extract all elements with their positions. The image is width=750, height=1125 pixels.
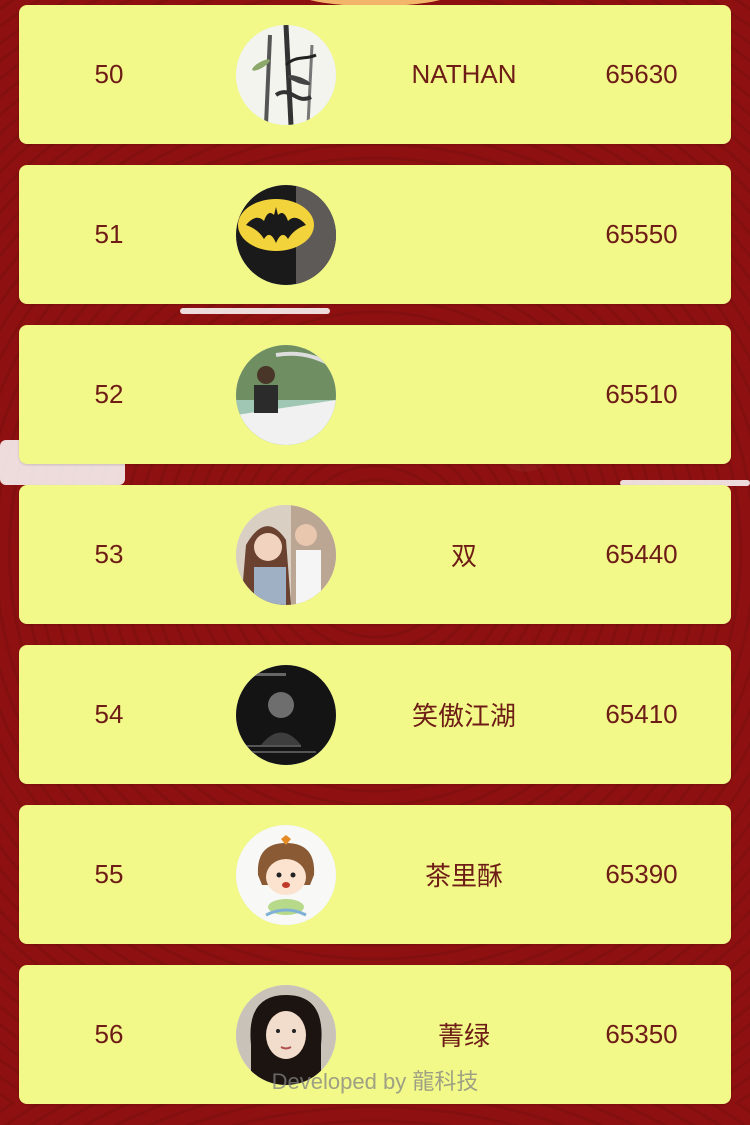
score-value: 65390 — [605, 859, 678, 889]
ranking-row[interactable]: 51 65550 — [19, 165, 731, 304]
rank-number: 50 — [94, 59, 124, 89]
score-value: 65630 — [605, 59, 678, 89]
man-on-boat-avatar — [236, 345, 336, 445]
ranking-row[interactable]: 54 笑傲江湖 65410 — [19, 645, 731, 784]
score-value: 65510 — [605, 379, 678, 409]
ranking-row[interactable]: 55 茶里酥 65390 — [19, 805, 731, 944]
rank-number: 54 — [94, 699, 124, 729]
user-name: 茶里酥 — [424, 861, 503, 891]
user-name — [364, 325, 564, 464]
couple-photo-avatar — [236, 505, 336, 605]
batman-logo-avatar — [236, 185, 336, 285]
bamboo-ink-painting-avatar — [236, 25, 336, 125]
score-value: 65440 — [605, 539, 678, 569]
cartoon-girl-avatar — [236, 825, 336, 925]
user-name — [364, 165, 564, 304]
user-name: NATHAN — [411, 59, 517, 89]
footer-credit: Developed by 龍科技 — [271, 1069, 479, 1094]
rank-number: 51 — [94, 219, 124, 249]
ranking-row[interactable]: 50 NATHAN 65630 — [19, 5, 731, 144]
score-value: 65550 — [605, 219, 678, 249]
rank-number: 52 — [94, 379, 124, 409]
dark-video-still-avatar — [236, 665, 336, 765]
user-name: 笑傲江湖 — [411, 701, 516, 731]
rank-number: 55 — [94, 859, 124, 889]
ranking-list: 50 NATHAN 65630 51 65550 52 65510 53 双 6… — [19, 5, 731, 1125]
score-value: 65410 — [605, 699, 678, 729]
ranking-row[interactable]: 53 双 65440 — [19, 485, 731, 624]
ranking-row[interactable]: 52 65510 — [19, 325, 731, 464]
rank-number: 53 — [94, 539, 124, 569]
user-name: 双 — [450, 541, 477, 571]
